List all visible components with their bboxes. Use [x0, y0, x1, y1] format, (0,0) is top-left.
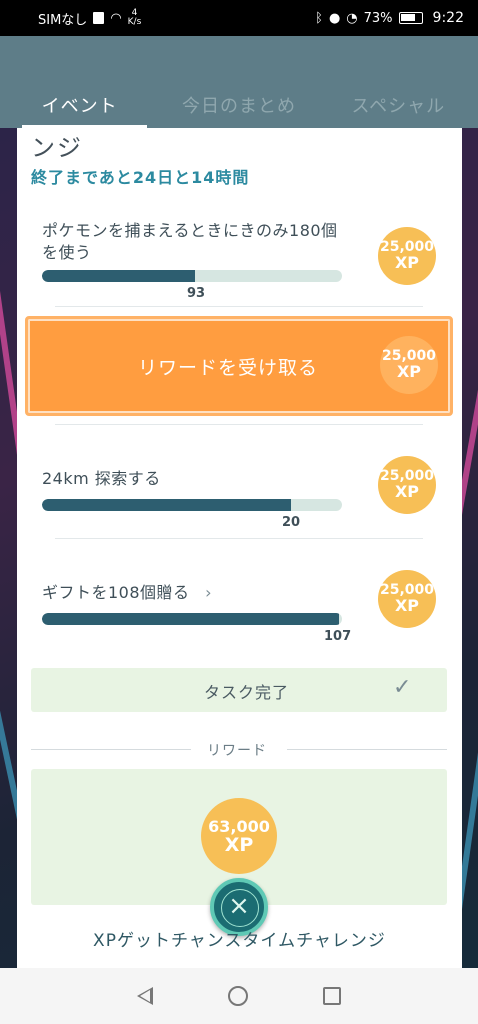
progress-fill	[42, 270, 195, 282]
home-icon[interactable]	[227, 986, 248, 1006]
claim-reward-button[interactable]: リワードを受け取る 25,000 XP	[25, 316, 453, 416]
divider	[55, 424, 423, 425]
carrier-label: SIMなし	[38, 12, 88, 28]
task-gifts-xp-badge: 25,000 XP	[378, 570, 436, 628]
reward-header: リワード	[31, 740, 447, 760]
progress-fill	[42, 613, 339, 625]
battery-icon	[398, 12, 423, 24]
tab-event[interactable]: イベント	[0, 88, 159, 128]
recent-apps-icon[interactable]	[322, 987, 341, 1005]
reward-xp-badge: 63,000 XP	[201, 798, 277, 874]
divider	[55, 306, 423, 307]
divider	[287, 749, 447, 750]
tab-special[interactable]: スペシャル	[319, 88, 478, 128]
divider	[31, 749, 191, 750]
task-explore-text: 24km 探索する	[42, 469, 161, 488]
tab-today-summary[interactable]: 今日のまとめ	[159, 88, 318, 128]
xp-unit: XP	[394, 482, 420, 501]
tab-bar: イベント 今日のまとめ スペシャル	[0, 88, 478, 128]
back-icon[interactable]	[137, 987, 154, 1005]
speedometer-icon: ◔	[346, 10, 358, 26]
xp-unit: XP	[394, 253, 420, 272]
challenge-card: ンジ 終了まであと24日と14時間 ポケモンを捕まえるときにきのみ180個を使う…	[17, 128, 462, 968]
clock: 9:22	[432, 10, 464, 26]
challenge-countdown: 終了まであと24日と14時間	[31, 168, 250, 187]
system-nav-bar	[0, 968, 478, 1024]
challenge-name: XPゲットチャンスタイムチャレンジ	[93, 931, 386, 951]
wifi-icon: ◠	[110, 10, 122, 26]
speed-unit: K/s	[127, 17, 142, 27]
xp-unit: XP	[224, 834, 254, 856]
battery-percent: 73%	[363, 10, 393, 26]
notification-icon	[93, 12, 105, 24]
status-right: ᛒ ● ◔ 73% 9:22	[315, 10, 464, 26]
network-speed: 4 K/s	[128, 9, 142, 27]
task-gifts-count: 107	[324, 629, 352, 644]
location-icon: ●	[328, 10, 341, 26]
close-icon: ×	[228, 891, 250, 921]
claim-xp-badge: 25,000 XP	[380, 336, 438, 394]
chevron-right-icon: ›	[205, 583, 213, 602]
task-berries-count: 93	[187, 286, 206, 301]
status-bar: SIMなし ◠ 4 K/s ᛒ ● ◔ 73% 9:22	[0, 0, 478, 36]
task-gifts-progress	[42, 613, 342, 625]
divider	[55, 538, 423, 539]
task-berries-xp-badge: 25,000 XP	[378, 227, 436, 285]
xp-unit: XP	[396, 362, 422, 381]
claim-reward-label: リワードを受け取る	[138, 357, 319, 379]
reward-header-label: リワード	[207, 743, 267, 759]
status-left: SIMなし ◠ 4 K/s	[38, 9, 141, 28]
bluetooth-icon: ᛒ	[315, 10, 323, 26]
task-explore-progress	[42, 499, 342, 511]
check-icon: ✓	[393, 675, 412, 700]
challenge-title: ンジ	[31, 134, 83, 162]
task-berries-progress	[42, 270, 342, 282]
task-gifts-text: ギフトを108個贈る	[42, 583, 190, 602]
task-complete-label: タスク完了	[204, 683, 290, 702]
xp-unit: XP	[394, 596, 420, 615]
progress-fill	[42, 499, 291, 511]
today-header: イベント 今日のまとめ スペシャル	[0, 36, 478, 128]
task-complete-row: タスク完了 ✓	[31, 668, 447, 712]
task-explore-xp-badge: 25,000 XP	[378, 456, 436, 514]
task-berries-text: ポケモンを捕まえるときにきのみ180個を使う	[42, 221, 338, 262]
task-gifts-row[interactable]: ギフトを108個贈る ›	[42, 582, 342, 604]
task-explore-count: 20	[282, 515, 301, 530]
